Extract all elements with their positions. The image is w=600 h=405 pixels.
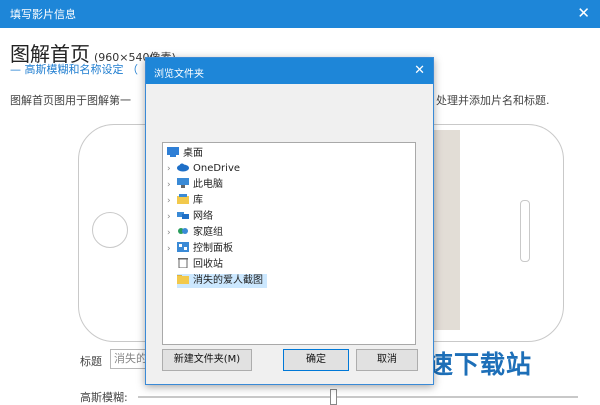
tree-item-label: 此电脑 <box>193 179 223 190</box>
folder-icon <box>177 275 189 284</box>
chevron-right-icon[interactable]: › <box>167 178 177 192</box>
tree-item-selected-folder[interactable]: 消失的爱人截图 <box>177 274 267 288</box>
tree-item-desktop[interactable]: 桌面 <box>167 147 203 161</box>
chevron-right-icon[interactable]: › <box>167 242 177 256</box>
library-icon <box>177 194 189 204</box>
close-icon[interactable]: ✕ <box>577 3 590 23</box>
computer-icon <box>177 178 189 188</box>
tree-item-onedrive[interactable]: › OneDrive <box>167 162 240 176</box>
tree-item-library[interactable]: › 库 <box>167 194 203 208</box>
folder-tree[interactable]: 桌面 › OneDrive › 此电脑 › 库 › 网络 › 家庭组 › 控制面板 回收站 <box>162 142 416 345</box>
tree-item-control-panel[interactable]: › 控制面板 <box>167 242 233 256</box>
cancel-button[interactable]: 取消 <box>356 349 418 371</box>
description-left: 图解首页图用于图解第一 <box>10 94 131 107</box>
title-label: 标题 <box>80 355 102 368</box>
blur-slider-track[interactable] <box>138 396 578 398</box>
cloud-icon <box>177 163 189 172</box>
chevron-right-icon[interactable]: › <box>167 226 177 240</box>
tree-item-label: 网络 <box>193 211 213 222</box>
tree-item-label: 消失的爱人截图 <box>193 275 263 286</box>
tree-item-label: OneDrive <box>193 163 241 174</box>
title-input[interactable]: 消失的 <box>110 349 150 369</box>
recycle-bin-icon <box>178 258 188 268</box>
window-title: 填写影片信息 <box>10 8 76 21</box>
phone-speaker <box>520 200 530 262</box>
chevron-right-icon[interactable]: › <box>167 210 177 224</box>
tree-item-this-pc[interactable]: › 此电脑 <box>167 178 223 192</box>
phone-home-button <box>92 212 128 248</box>
browse-folder-dialog: 浏览文件夹 ✕ 桌面 › OneDrive › 此电脑 › 库 › 网络 › 家庭组 <box>145 57 434 385</box>
dialog-body: 桌面 › OneDrive › 此电脑 › 库 › 网络 › 家庭组 › 控制面板 回收站 <box>146 84 433 384</box>
tree-item-label: 桌面 <box>183 148 203 159</box>
tree-item-network[interactable]: › 网络 <box>167 210 213 224</box>
tree-item-label: 库 <box>193 195 203 206</box>
close-icon[interactable]: ✕ <box>414 61 425 81</box>
tree-item-label: 回收站 <box>193 259 223 270</box>
ok-button[interactable]: 确定 <box>283 349 349 371</box>
window-title-bar: 填写影片信息 ✕ <box>0 0 600 28</box>
control-panel-icon <box>177 242 189 252</box>
chevron-right-icon[interactable]: › <box>167 194 177 208</box>
tree-item-homegroup[interactable]: › 家庭组 <box>167 226 223 240</box>
description-right: 处理并添加片名和标题. <box>436 94 550 107</box>
chevron-right-icon[interactable]: › <box>167 162 177 176</box>
network-icon <box>177 212 189 219</box>
page-subtitle: — 高斯模糊和名称设定 （ <box>10 63 138 76</box>
tree-item-label: 控制面板 <box>193 243 233 254</box>
tree-item-label: 家庭组 <box>193 227 223 238</box>
desktop-icon <box>167 147 179 157</box>
phone-screen-edge <box>430 130 460 330</box>
new-folder-button[interactable]: 新建文件夹(M) <box>162 349 252 371</box>
dialog-title-bar: 浏览文件夹 ✕ <box>146 58 433 84</box>
dialog-title: 浏览文件夹 <box>154 69 204 80</box>
homegroup-icon <box>178 228 188 234</box>
tree-item-recycle-bin[interactable]: 回收站 <box>177 258 223 272</box>
